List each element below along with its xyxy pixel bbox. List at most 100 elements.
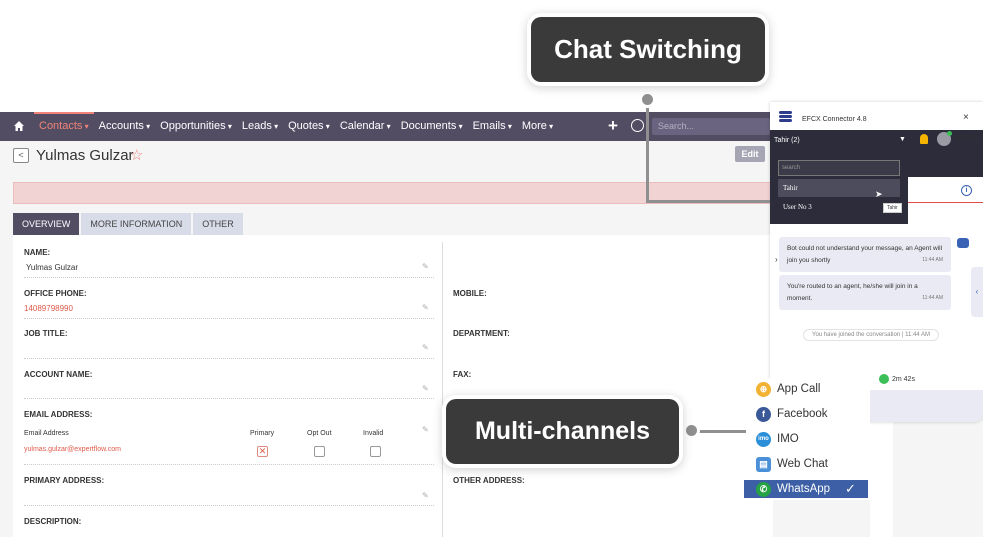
nav-search-input[interactable]: Search... — [652, 118, 770, 135]
department-label: DEPARTMENT: — [453, 329, 510, 338]
nav-opportunities[interactable]: Opportunities — [155, 112, 237, 141]
email-sub-label: Email Address — [24, 430, 69, 437]
office-phone-value[interactable]: 14089798990 — [24, 304, 73, 313]
invalid-checkbox[interactable] — [370, 446, 381, 457]
close-icon[interactable]: × — [963, 112, 969, 123]
channel-label: WhatsApp — [777, 483, 831, 495]
mouse-cursor-icon: ➤ — [875, 189, 883, 199]
channel-imo[interactable]: imo IMO — [744, 430, 868, 448]
nav-accounts[interactable]: Accounts — [94, 112, 156, 141]
fax-label: FAX: — [453, 370, 472, 379]
favorite-star-icon[interactable]: ☆ — [130, 146, 143, 164]
web-chat-icon: ▤ — [756, 457, 771, 472]
checkmark-icon: ✓ — [845, 481, 856, 496]
efcx-logo-icon — [779, 111, 792, 123]
channel-whatsapp[interactable]: ✆ WhatsApp ✓ — [744, 480, 868, 498]
channel-label: IMO — [777, 433, 799, 445]
column-divider — [442, 242, 443, 537]
chevron-right-icon[interactable]: › — [775, 255, 778, 264]
edit-button[interactable]: Edit — [735, 146, 765, 162]
nav-leads[interactable]: Leads — [237, 112, 283, 141]
name-value: Yulmas Gulzar — [26, 263, 79, 272]
efcx-chat-widget: EFCX Connector 4.8 × Tahir (2) ▼ 00:07:2… — [770, 102, 983, 422]
account-name-label: ACCOUNT NAME: — [24, 370, 93, 379]
chat-message: You're routed to an agent, he/she will j… — [779, 275, 951, 310]
channel-label: Web Chat — [777, 458, 828, 470]
channel-label: Facebook — [777, 408, 828, 420]
primary-address-label: PRIMARY ADDRESS: — [24, 476, 105, 485]
channel-facebook[interactable]: f Facebook — [744, 405, 868, 423]
nav-calendar[interactable]: Calendar — [335, 112, 396, 141]
chat-switching-callout: Chat Switching — [531, 17, 765, 82]
invalid-label: Invalid — [363, 430, 384, 437]
nav-emails[interactable]: Emails — [468, 112, 517, 141]
plus-icon[interactable]: + — [608, 116, 618, 136]
widget-title: EFCX Connector 4.8 — [802, 116, 867, 123]
connector-dot — [683, 422, 700, 439]
mobile-label: MOBILE: — [453, 289, 487, 298]
edit-pencil-icon[interactable]: ✎ — [422, 343, 429, 352]
nav-documents[interactable]: Documents — [396, 112, 468, 141]
record-tabs: OVERVIEW MORE INFORMATION OTHER — [13, 213, 245, 235]
info-icon[interactable]: i — [961, 185, 972, 196]
dropdown-item-user-no-3[interactable]: User No 3 — [778, 198, 900, 216]
field-separator — [24, 398, 434, 399]
opt-out-label: Opt Out — [307, 430, 332, 437]
imo-icon: imo — [756, 432, 771, 447]
bell-icon[interactable] — [920, 134, 928, 144]
collapse-panel-tab[interactable]: ‹ — [971, 267, 983, 317]
dropdown-search-input[interactable]: search — [778, 160, 900, 176]
tooltip: Tahir — [883, 203, 902, 213]
message-text: You're routed to an agent, he/she will j… — [787, 283, 918, 302]
primary-checkbox[interactable]: ✕ — [257, 446, 268, 457]
tab-more-information[interactable]: MORE INFORMATION — [81, 213, 192, 235]
user-selector[interactable]: Tahir (2) — [774, 137, 800, 144]
call-status: 2m 42s — [879, 374, 915, 384]
app-call-icon: ⊕ — [756, 382, 771, 397]
home-icon[interactable] — [13, 120, 25, 132]
edit-pencil-icon[interactable]: ✎ — [422, 262, 429, 271]
tab-other[interactable]: OTHER — [193, 213, 243, 235]
widget-header: EFCX Connector 4.8 × — [770, 102, 983, 130]
multi-channels-callout: Multi-channels — [446, 399, 679, 464]
back-button[interactable]: < — [13, 148, 29, 163]
channel-label: App Call — [777, 383, 821, 395]
job-title-label: JOB TITLE: — [24, 329, 68, 338]
channel-app-call[interactable]: ⊕ App Call — [744, 380, 868, 398]
whatsapp-icon: ✆ — [756, 482, 771, 497]
connector-line — [646, 100, 649, 203]
edit-pencil-icon[interactable]: ✎ — [422, 384, 429, 393]
nav-more[interactable]: More — [517, 112, 558, 141]
record-title: Yulmas Gulzar — [36, 147, 134, 164]
history-icon[interactable] — [631, 119, 644, 132]
bot-icon — [957, 238, 969, 248]
primary-label: Primary — [250, 430, 275, 437]
connector-line — [646, 200, 771, 203]
nav-contacts[interactable]: Contacts — [34, 112, 94, 141]
chat-message: Bot could not understand your message, a… — [779, 237, 951, 272]
other-address-label: OTHER ADDRESS: — [453, 476, 525, 485]
field-separator — [24, 464, 434, 465]
email-address-label: EMAIL ADDRESS: — [24, 410, 93, 419]
message-time: 11:44 AM — [922, 257, 943, 263]
office-phone-label: OFFICE PHONE: — [24, 289, 87, 298]
detail-panel: NAME: Yulmas Gulzar ✎ OFFICE PHONE: 1408… — [13, 235, 773, 537]
edit-pencil-icon[interactable]: ✎ — [422, 491, 429, 500]
field-separator — [24, 358, 434, 359]
session-timer: 00:07:28 — [955, 136, 979, 142]
nav-quotes[interactable]: Quotes — [283, 112, 335, 141]
phone-icon — [879, 374, 889, 384]
chevron-down-icon[interactable]: ▼ — [899, 136, 906, 143]
tab-overview[interactable]: OVERVIEW — [13, 213, 80, 235]
edit-pencil-icon[interactable]: ✎ — [422, 425, 429, 434]
connector-dot — [639, 91, 656, 108]
edit-pencil-icon[interactable]: ✎ — [422, 303, 429, 312]
channel-web-chat[interactable]: ▤ Web Chat — [744, 455, 868, 473]
facebook-icon: f — [756, 407, 771, 422]
call-duration: 2m 42s — [892, 375, 915, 383]
message-text: Bot could not understand your message, a… — [787, 245, 943, 264]
opt-out-checkbox[interactable] — [314, 446, 325, 457]
email-value[interactable]: yulmas.gulzar@expertflow.com — [24, 446, 121, 453]
description-label: DESCRIPTION: — [24, 517, 82, 526]
nav-menu: Contacts Accounts Opportunities Leads Qu… — [34, 112, 558, 141]
